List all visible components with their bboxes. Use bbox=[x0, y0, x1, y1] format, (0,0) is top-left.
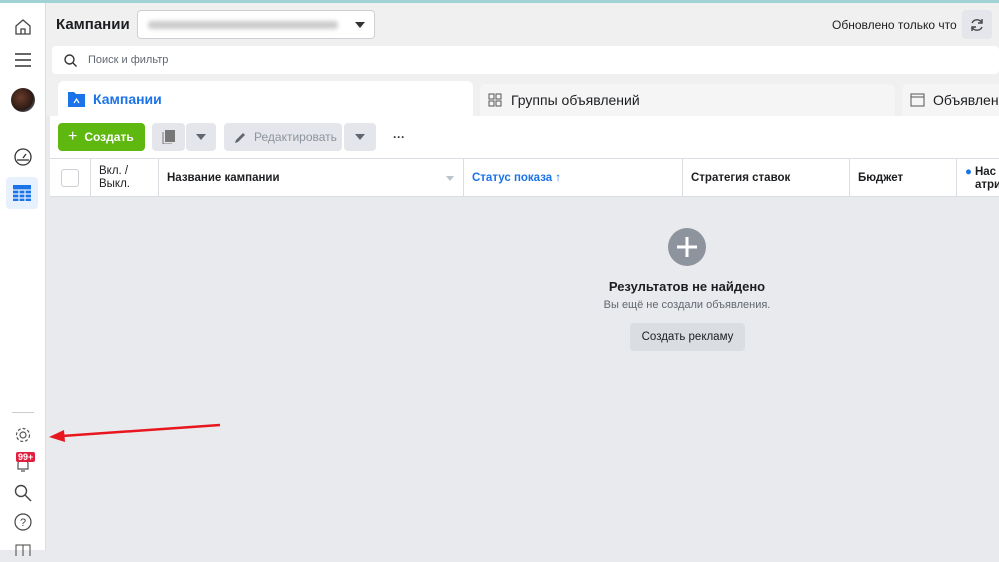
add-icon bbox=[668, 228, 706, 266]
tab-campaigns[interactable]: Кампании bbox=[58, 81, 473, 117]
chevron-down-icon bbox=[355, 22, 365, 28]
select-all-checkbox[interactable] bbox=[61, 169, 79, 187]
plus-icon: + bbox=[68, 128, 78, 145]
column-campaign-name[interactable]: Название кампании bbox=[158, 159, 463, 197]
tab-label: Объявлен bbox=[933, 92, 999, 108]
duplicate-dropdown[interactable] bbox=[186, 123, 216, 151]
column-label: Нас атрибу bbox=[974, 166, 999, 191]
avatar[interactable] bbox=[11, 88, 35, 112]
refresh-icon bbox=[971, 18, 983, 31]
sidebar-item-campaigns[interactable] bbox=[6, 177, 38, 209]
table-header: Вкл. / Выкл. Название кампании Статус по… bbox=[50, 158, 999, 197]
tab-label: Группы объявлений bbox=[511, 92, 640, 108]
create-label: Создать bbox=[84, 130, 134, 144]
grid-icon bbox=[488, 93, 502, 107]
search-icon[interactable] bbox=[11, 481, 35, 505]
column-bid-strategy[interactable]: Стратегия ставок bbox=[682, 159, 849, 197]
empty-title: Результатов не найдено bbox=[608, 279, 766, 294]
dashboard-icon[interactable] bbox=[11, 145, 35, 169]
folder-icon bbox=[68, 91, 85, 107]
edit-button[interactable]: Редактировать bbox=[224, 123, 342, 151]
chevron-down-icon bbox=[446, 176, 454, 181]
svg-text:?: ? bbox=[20, 517, 26, 529]
tab-ad-sets[interactable]: Группы объявлений bbox=[480, 84, 895, 116]
reports-icon[interactable] bbox=[11, 538, 35, 562]
table-icon bbox=[13, 185, 31, 201]
search-input[interactable]: Поиск и фильтр bbox=[52, 46, 999, 74]
column-delivery-status[interactable]: Статус показа ↑ bbox=[463, 159, 682, 197]
menu-icon[interactable] bbox=[11, 48, 35, 72]
more-button[interactable]: ··· bbox=[390, 123, 408, 151]
info-icon: ● bbox=[965, 166, 972, 178]
account-selector[interactable] bbox=[137, 10, 375, 39]
ad-icon bbox=[910, 93, 925, 107]
duplicate-icon bbox=[162, 130, 175, 144]
home-icon[interactable] bbox=[11, 15, 35, 39]
chevron-down-icon bbox=[355, 134, 365, 140]
select-all-cell bbox=[50, 159, 90, 197]
search-icon bbox=[64, 54, 77, 67]
create-button[interactable]: + Создать bbox=[58, 123, 145, 151]
notification-badge: 99+ bbox=[16, 452, 36, 462]
pencil-icon bbox=[235, 132, 245, 143]
duplicate-button[interactable] bbox=[152, 123, 185, 151]
tab-label: Кампании bbox=[93, 91, 162, 107]
column-attribution[interactable]: ●Нас атрибу bbox=[956, 159, 999, 197]
column-toggle[interactable]: Вкл. / Выкл. bbox=[90, 159, 158, 197]
help-icon[interactable]: ? bbox=[11, 510, 35, 534]
chevron-down-icon bbox=[196, 134, 206, 140]
tab-ads[interactable]: Объявлен bbox=[902, 84, 999, 116]
edit-label: Редактировать bbox=[254, 130, 337, 144]
empty-subtitle: Вы ещё не создали объявления. bbox=[603, 299, 771, 311]
divider bbox=[12, 412, 34, 413]
column-label: Название кампании bbox=[167, 171, 280, 184]
edit-dropdown[interactable] bbox=[344, 123, 376, 151]
updated-status: Обновлено только что bbox=[832, 18, 957, 32]
refresh-button[interactable] bbox=[962, 10, 992, 39]
search-placeholder: Поиск и фильтр bbox=[88, 54, 169, 66]
column-label: Статус показа bbox=[472, 171, 553, 184]
settings-icon[interactable] bbox=[11, 423, 35, 447]
sidebar: 99+ ? bbox=[0, 3, 46, 556]
column-budget[interactable]: Бюджет bbox=[849, 159, 956, 197]
page-title: Кампании bbox=[56, 16, 130, 33]
sort-asc-icon: ↑ bbox=[555, 171, 561, 184]
create-ad-button[interactable]: Создать рекламу bbox=[630, 323, 745, 351]
